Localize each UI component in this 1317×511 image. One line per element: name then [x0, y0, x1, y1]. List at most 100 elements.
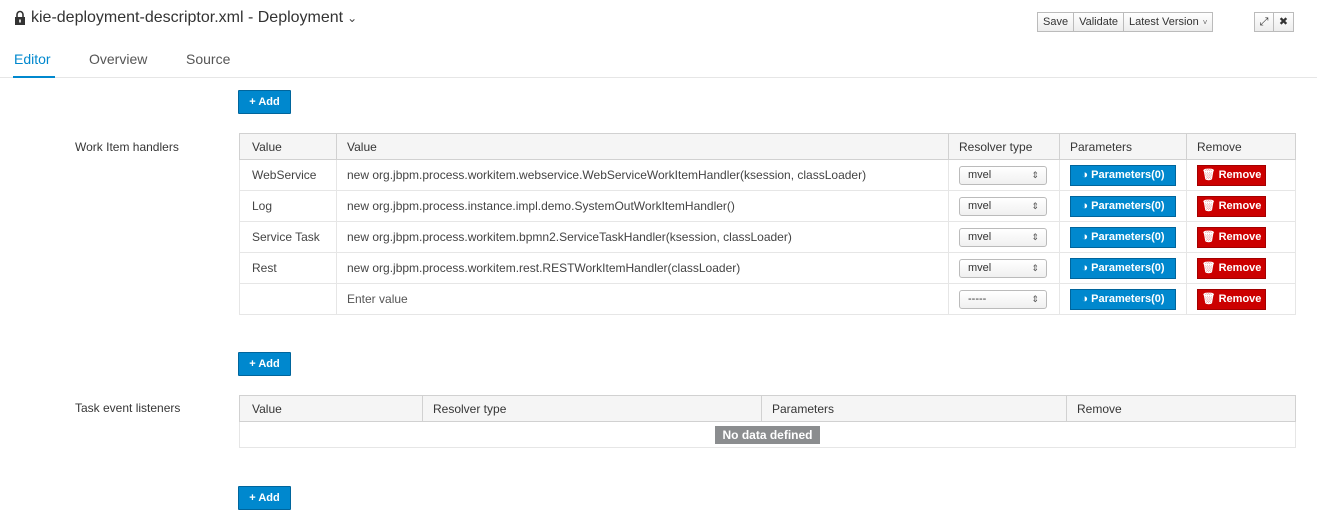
- parameters-button[interactable]: ◑ Parameters(0): [1070, 226, 1176, 248]
- column-header-remove: Remove: [1066, 395, 1296, 422]
- add-work-item-handler-button[interactable]: + Add: [238, 90, 291, 114]
- resolver-cell: mvel ⇕: [948, 159, 1060, 191]
- table-row: Enter value ----- ⇕ ◑ Parameters(0) 🗑 Rem…: [239, 283, 1296, 315]
- parameters-button[interactable]: ◑ Parameters(0): [1070, 257, 1176, 279]
- column-header-remove: Remove: [1186, 133, 1296, 160]
- select-arrows-icon: ⇕: [1031, 169, 1039, 180]
- handler-value-cell[interactable]: new org.jbpm.process.instance.impl.demo.…: [336, 190, 949, 222]
- parameters-cell: ◑ Parameters(0): [1059, 252, 1187, 284]
- task-event-listeners-label: Task event listeners: [75, 401, 181, 415]
- column-header-parameters: Parameters: [1059, 133, 1187, 160]
- remove-label: Remove: [1218, 199, 1262, 212]
- table-header-row: Value Value Resolver type Parameters Rem…: [239, 133, 1296, 160]
- validate-button[interactable]: Validate: [1074, 12, 1125, 32]
- table-header-row: Value Resolver type Parameters Remove: [239, 395, 1296, 422]
- parameters-cell: ◑ Parameters(0): [1059, 221, 1187, 253]
- maximize-icon[interactable]: ⤢: [1254, 12, 1274, 32]
- parameters-button[interactable]: ◑ Parameters(0): [1070, 164, 1176, 186]
- table-row: Log new org.jbpm.process.instance.impl.d…: [239, 190, 1296, 222]
- select-arrows-icon: ⇕: [1031, 231, 1039, 242]
- parameters-button[interactable]: ◑ Parameters(0): [1070, 195, 1176, 217]
- tab-source[interactable]: Source: [186, 51, 230, 67]
- column-header-value: Value: [239, 395, 423, 422]
- window-controls: ⤢ ✖: [1254, 12, 1294, 32]
- handler-name-cell[interactable]: Log: [239, 190, 337, 222]
- resolver-type-select[interactable]: mvel ⇕: [959, 196, 1047, 216]
- editor-toolbar: Save Validate Latest Version ˅: [1037, 12, 1214, 32]
- remove-cell: 🗑 Remove: [1186, 190, 1296, 222]
- remove-label: Remove: [1218, 230, 1262, 243]
- select-arrows-icon: ⇕: [1031, 200, 1039, 211]
- remove-cell: 🗑 Remove: [1186, 283, 1296, 315]
- handler-name-cell[interactable]: [239, 283, 337, 315]
- column-header-parameters: Parameters: [761, 395, 1067, 422]
- chevron-down-icon: ˅: [1202, 18, 1208, 27]
- resolver-type-value: -----: [968, 292, 987, 305]
- table-row: WebService new org.jbpm.process.workitem…: [239, 159, 1296, 191]
- resolver-type-value: mvel: [968, 230, 992, 243]
- parameters-cell: ◑ Parameters(0): [1059, 190, 1187, 222]
- remove-button[interactable]: 🗑 Remove: [1197, 226, 1266, 248]
- parameters-button[interactable]: ◑ Parameters(0): [1070, 288, 1176, 310]
- save-button[interactable]: Save: [1037, 12, 1075, 32]
- no-data-badge: No data defined: [715, 425, 820, 444]
- remove-cell: 🗑 Remove: [1186, 221, 1296, 253]
- latest-version-label: Latest Version: [1129, 16, 1199, 28]
- tab-editor[interactable]: Editor: [14, 51, 51, 67]
- remove-button[interactable]: 🗑 Remove: [1197, 288, 1266, 310]
- lock-icon: [15, 10, 25, 25]
- editor-title[interactable]: kie-deployment-descriptor.xml - Deployme…: [14, 9, 357, 27]
- empty-row: No data defined: [239, 421, 1296, 448]
- resolver-cell: mvel ⇕: [948, 252, 1060, 284]
- resolver-type-value: mvel: [968, 168, 992, 181]
- resolver-cell: ----- ⇕: [948, 283, 1060, 315]
- remove-button[interactable]: 🗑 Remove: [1197, 257, 1266, 279]
- editor-tabs: Editor Overview Source: [0, 40, 1317, 78]
- handler-name-cell[interactable]: Rest: [239, 252, 337, 284]
- resolver-type-select[interactable]: mvel ⇕: [959, 258, 1047, 278]
- remove-button[interactable]: 🗑 Remove: [1197, 195, 1266, 217]
- parameters-label: Parameters(0): [1091, 292, 1165, 305]
- resolver-type-select[interactable]: ----- ⇕: [959, 289, 1047, 309]
- resolver-type-select[interactable]: mvel ⇕: [959, 165, 1047, 185]
- tab-overview[interactable]: Overview: [89, 51, 147, 67]
- column-header-resolver-type: Resolver type: [422, 395, 762, 422]
- select-arrows-icon: ⇕: [1031, 262, 1039, 273]
- handler-value-placeholder[interactable]: Enter value: [336, 283, 949, 315]
- active-tab-indicator: [13, 76, 55, 78]
- task-event-listeners-table: Value Resolver type Parameters Remove No…: [239, 395, 1296, 448]
- remove-label: Remove: [1218, 292, 1262, 305]
- column-header-name: Value: [239, 133, 337, 160]
- handler-value-cell[interactable]: new org.jbpm.process.workitem.rest.RESTW…: [336, 252, 949, 284]
- parameters-label: Parameters(0): [1091, 199, 1165, 212]
- parameters-label: Parameters(0): [1091, 168, 1165, 181]
- handler-value-cell[interactable]: new org.jbpm.process.workitem.bpmn2.Serv…: [336, 221, 949, 253]
- column-header-resolver-type: Resolver type: [948, 133, 1060, 160]
- handler-value-cell[interactable]: new org.jbpm.process.workitem.webservice…: [336, 159, 949, 191]
- work-item-handlers-table: Value Value Resolver type Parameters Rem…: [239, 133, 1296, 315]
- add-event-listener-button[interactable]: + Add: [238, 486, 291, 510]
- handler-name-cell[interactable]: WebService: [239, 159, 337, 191]
- chevron-down-icon[interactable]: ⌄: [347, 11, 357, 25]
- parameters-label: Parameters(0): [1091, 230, 1165, 243]
- resolver-type-value: mvel: [968, 199, 992, 212]
- remove-button[interactable]: 🗑 Remove: [1197, 164, 1266, 186]
- resolver-type-select[interactable]: mvel ⇕: [959, 227, 1047, 247]
- remove-cell: 🗑 Remove: [1186, 252, 1296, 284]
- handler-name-cell[interactable]: Service Task: [239, 221, 337, 253]
- table-row: Rest new org.jbpm.process.workitem.rest.…: [239, 252, 1296, 284]
- parameters-label: Parameters(0): [1091, 261, 1165, 274]
- resolver-type-value: mvel: [968, 261, 992, 274]
- latest-version-dropdown[interactable]: Latest Version ˅: [1124, 12, 1214, 32]
- select-arrows-icon: ⇕: [1031, 293, 1039, 304]
- title-text: kie-deployment-descriptor.xml - Deployme…: [31, 9, 344, 26]
- add-task-event-listener-button[interactable]: + Add: [238, 352, 291, 376]
- title-bar: kie-deployment-descriptor.xml - Deployme…: [0, 0, 1317, 40]
- parameters-cell: ◑ Parameters(0): [1059, 283, 1187, 315]
- remove-label: Remove: [1218, 168, 1262, 181]
- remove-label: Remove: [1218, 261, 1262, 274]
- work-item-handlers-label: Work Item handlers: [75, 140, 179, 154]
- close-icon[interactable]: ✖: [1274, 12, 1294, 32]
- column-header-value: Value: [336, 133, 949, 160]
- remove-cell: 🗑 Remove: [1186, 159, 1296, 191]
